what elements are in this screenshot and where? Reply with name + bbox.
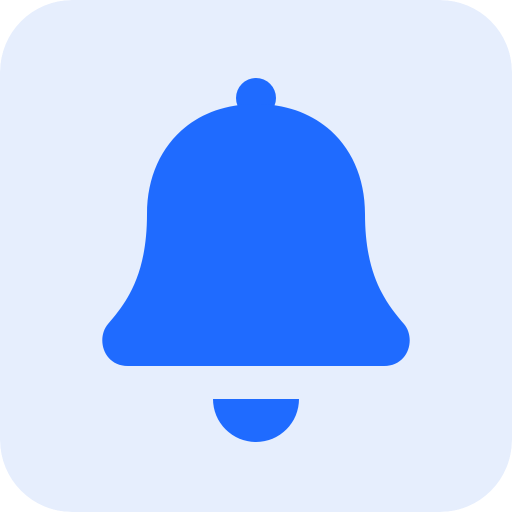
bell-icon [0,0,512,512]
notification-app-icon[interactable] [0,0,512,512]
